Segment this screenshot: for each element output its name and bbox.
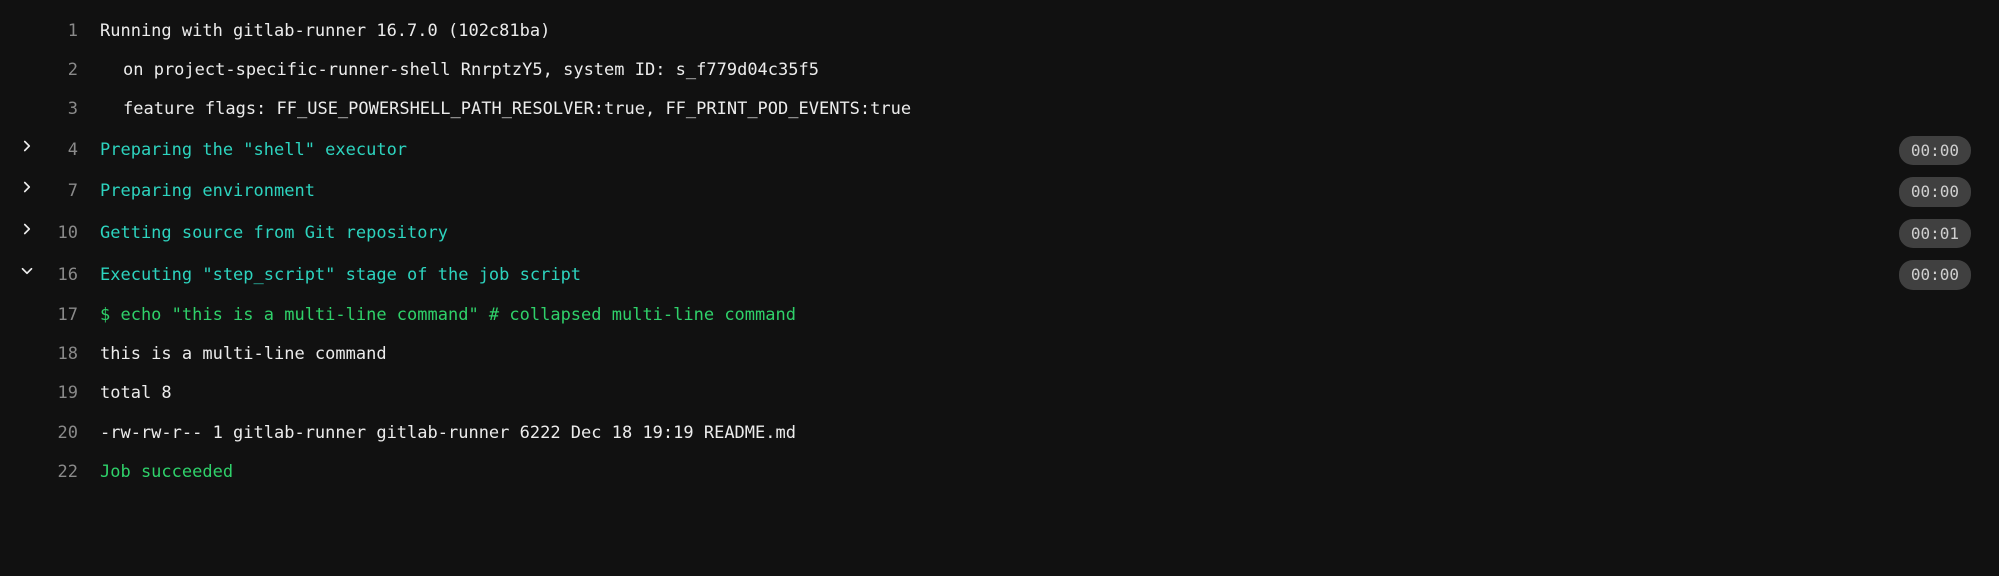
line-content: -rw-rw-r-- 1 gitlab-runner gitlab-runner… <box>100 420 1979 447</box>
line-content: Executing "step_script" stage of the job… <box>100 262 1899 289</box>
line-content: Getting source from Git repository <box>100 220 1899 247</box>
line-content: Job succeeded <box>100 459 1979 486</box>
log-line: 17$ echo "this is a multi-line command" … <box>0 296 1999 335</box>
line-number[interactable]: 2 <box>48 57 100 84</box>
log-line: 20-rw-rw-r-- 1 gitlab-runner gitlab-runn… <box>0 414 1999 453</box>
line-content: Running with gitlab-runner 16.7.0 (102c8… <box>100 18 1979 45</box>
line-content: Preparing environment <box>100 178 1899 205</box>
line-content: Preparing the "shell" executor <box>100 137 1899 164</box>
line-content: this is a multi-line command <box>100 341 1979 368</box>
log-line: 1Running with gitlab-runner 16.7.0 (102c… <box>0 12 1999 51</box>
expand-column <box>0 262 48 289</box>
line-content: on project-specific-runner-shell RnrptzY… <box>100 57 1979 84</box>
log-line: 7Preparing environment00:00 <box>0 171 1999 213</box>
line-number[interactable]: 16 <box>48 262 100 289</box>
line-number[interactable]: 10 <box>48 220 100 247</box>
line-number[interactable]: 22 <box>48 459 100 486</box>
log-line: 18this is a multi-line command <box>0 335 1999 374</box>
log-line: 16Executing "step_script" stage of the j… <box>0 254 1999 296</box>
log-line: 4Preparing the "shell" executor00:00 <box>0 130 1999 172</box>
line-number[interactable]: 18 <box>48 341 100 368</box>
section-duration-badge: 00:00 <box>1899 136 1971 166</box>
log-line: 10Getting source from Git repository00:0… <box>0 213 1999 255</box>
log-line: 22Job succeeded <box>0 453 1999 492</box>
line-number[interactable]: 20 <box>48 420 100 447</box>
expand-column <box>0 220 48 247</box>
chevron-down-icon[interactable] <box>18 262 36 280</box>
line-content: $ echo "this is a multi-line command" # … <box>100 302 1979 329</box>
section-duration-badge: 00:00 <box>1899 260 1971 290</box>
expand-column <box>0 178 48 205</box>
section-toggle[interactable] <box>18 262 36 289</box>
log-line: 3feature flags: FF_USE_POWERSHELL_PATH_R… <box>0 90 1999 129</box>
section-duration-badge: 00:00 <box>1899 177 1971 207</box>
section-toggle[interactable] <box>18 178 36 205</box>
section-toggle[interactable] <box>18 220 36 247</box>
log-line: 19total 8 <box>0 374 1999 413</box>
line-content: total 8 <box>100 380 1979 407</box>
log-line: 2on project-specific-runner-shell Rnrptz… <box>0 51 1999 90</box>
chevron-right-icon[interactable] <box>18 220 36 238</box>
line-number[interactable]: 7 <box>48 178 100 205</box>
chevron-right-icon[interactable] <box>18 137 36 155</box>
line-number[interactable]: 17 <box>48 302 100 329</box>
section-duration-badge: 00:01 <box>1899 219 1971 249</box>
job-log: 1Running with gitlab-runner 16.7.0 (102c… <box>0 12 1999 492</box>
expand-column <box>0 137 48 164</box>
line-content: feature flags: FF_USE_POWERSHELL_PATH_RE… <box>100 96 1979 123</box>
chevron-right-icon[interactable] <box>18 178 36 196</box>
line-number[interactable]: 19 <box>48 380 100 407</box>
section-toggle[interactable] <box>18 137 36 164</box>
line-number[interactable]: 1 <box>48 18 100 45</box>
line-number[interactable]: 3 <box>48 96 100 123</box>
line-number[interactable]: 4 <box>48 137 100 164</box>
